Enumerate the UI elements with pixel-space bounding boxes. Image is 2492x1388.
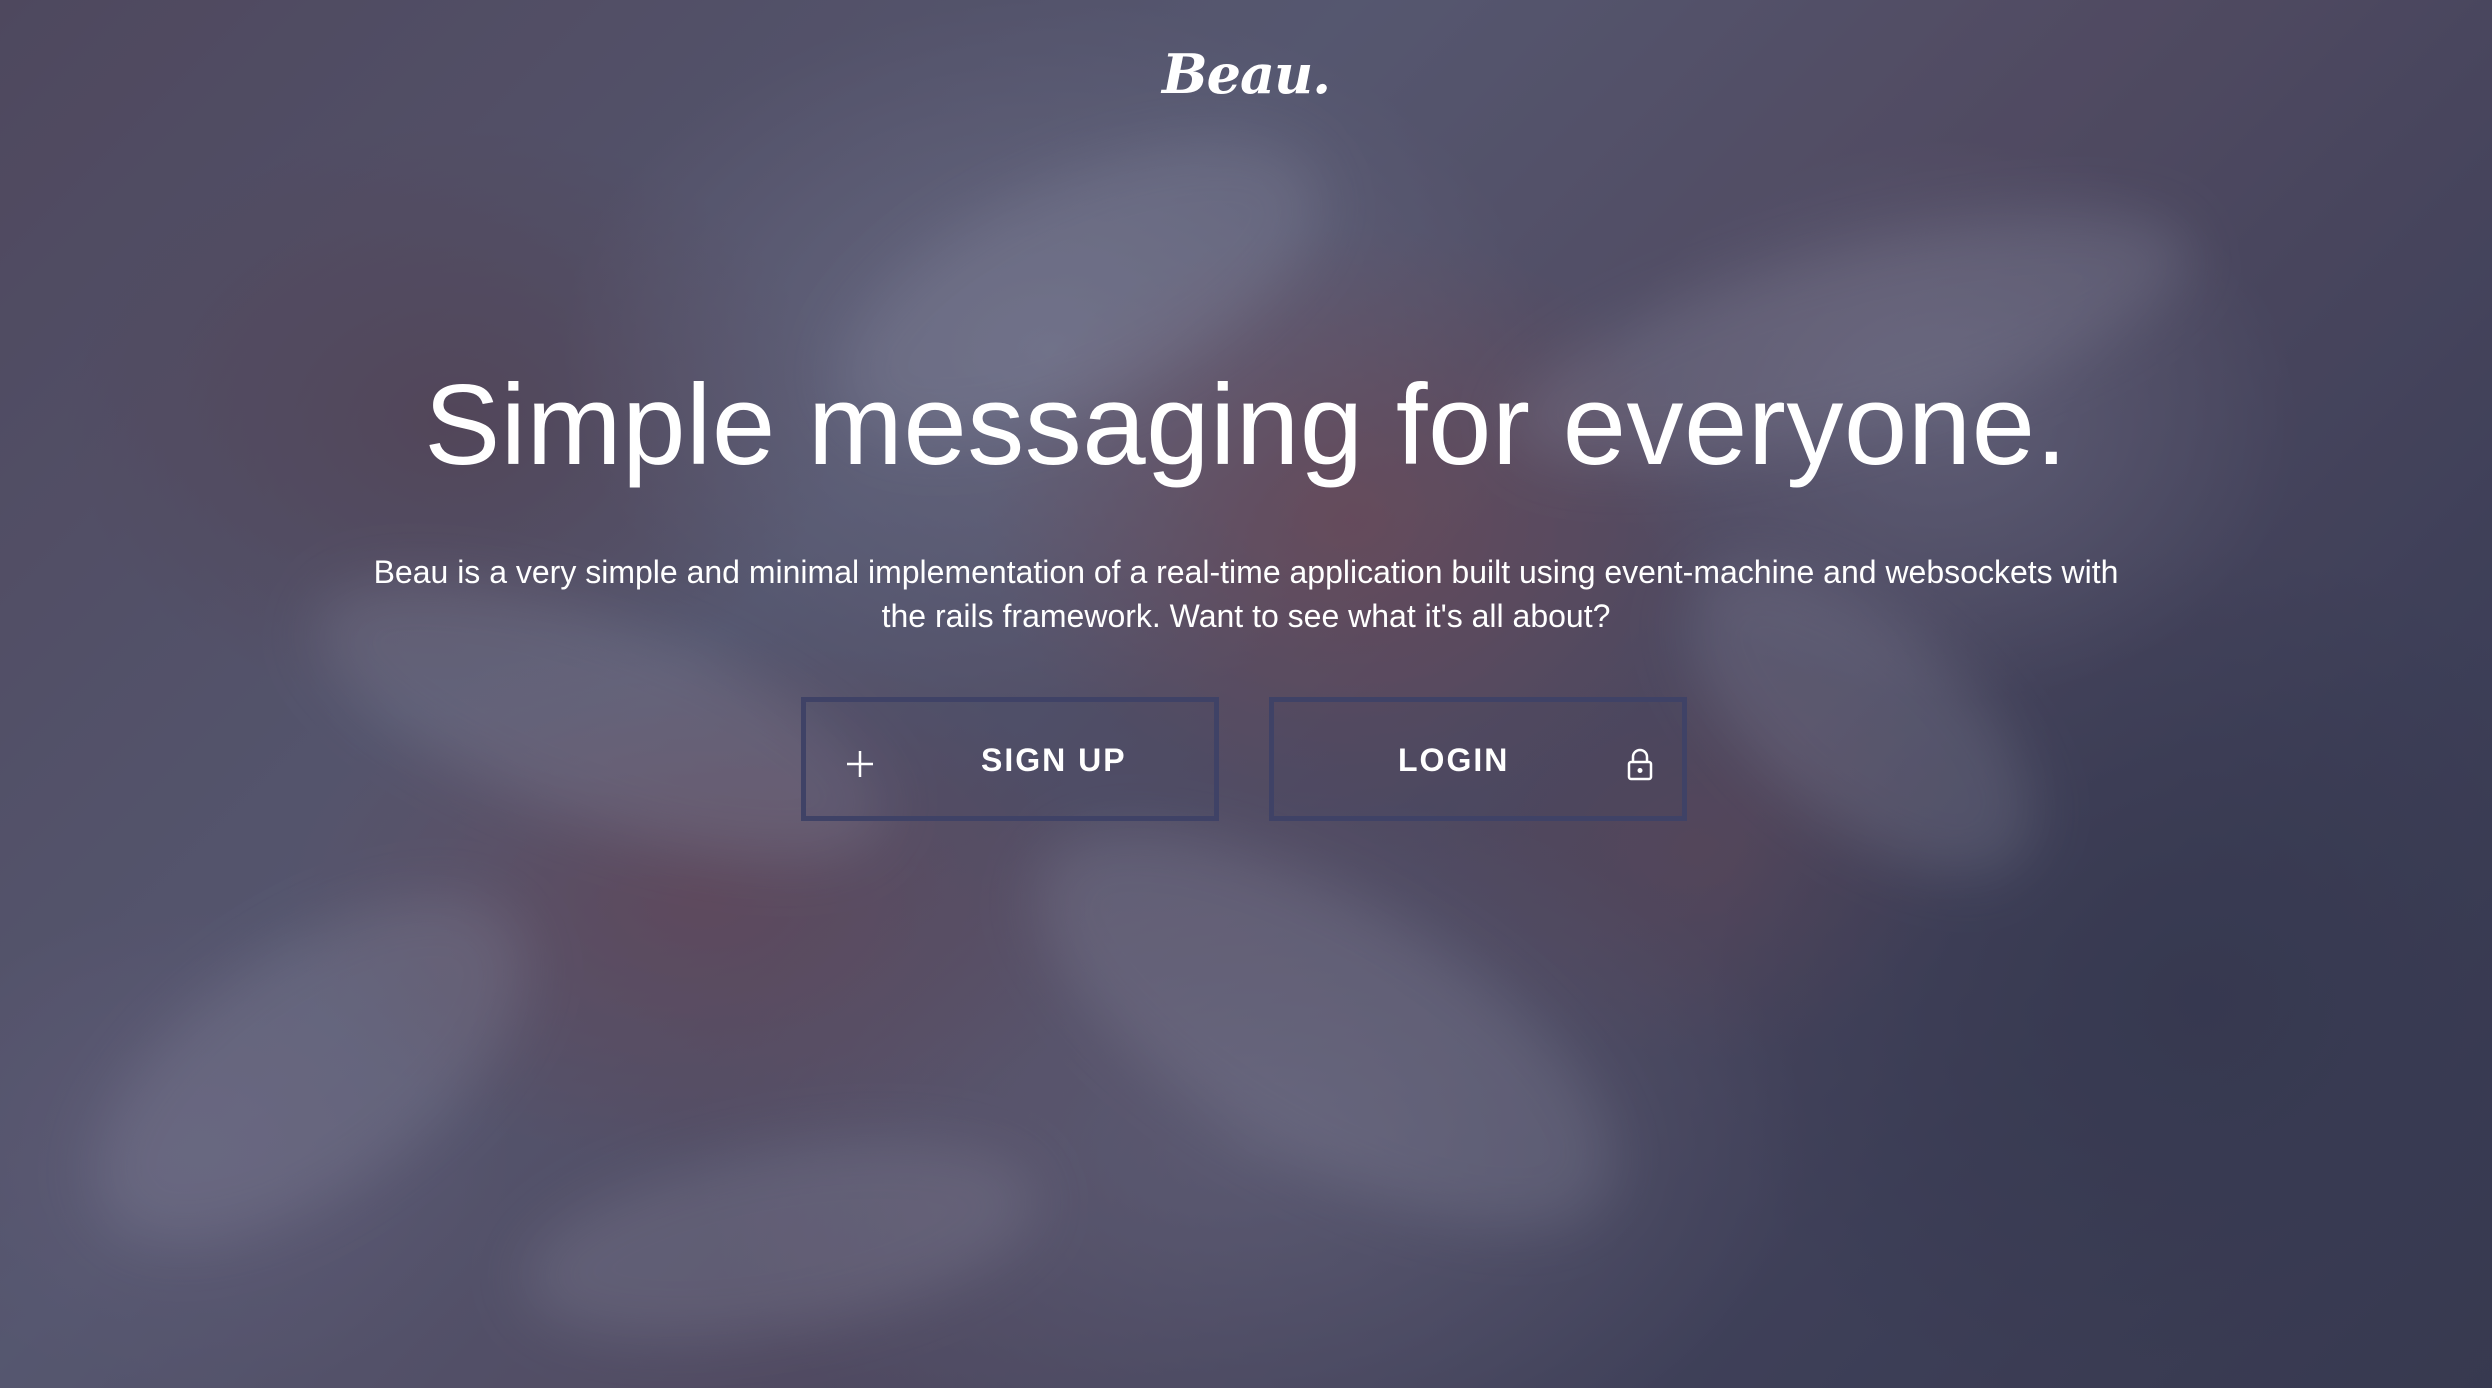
landing-page: Beau. Simple messaging for everyone. Bea…: [0, 0, 2492, 1388]
brand-logo[interactable]: Beau.: [0, 42, 2492, 106]
login-label: LOGIN: [1398, 742, 1510, 778]
hero-headline: Simple messaging for everyone.: [424, 362, 2068, 489]
hero-description: Beau is a very simple and minimal implem…: [373, 554, 2119, 634]
plus-icon: [842, 746, 878, 782]
signup-label: SIGN UP: [981, 742, 1127, 778]
login-button[interactable]: LOGIN: [1269, 697, 1687, 821]
signup-button[interactable]: SIGN UP: [801, 697, 1219, 821]
lock-icon: [1622, 746, 1658, 782]
